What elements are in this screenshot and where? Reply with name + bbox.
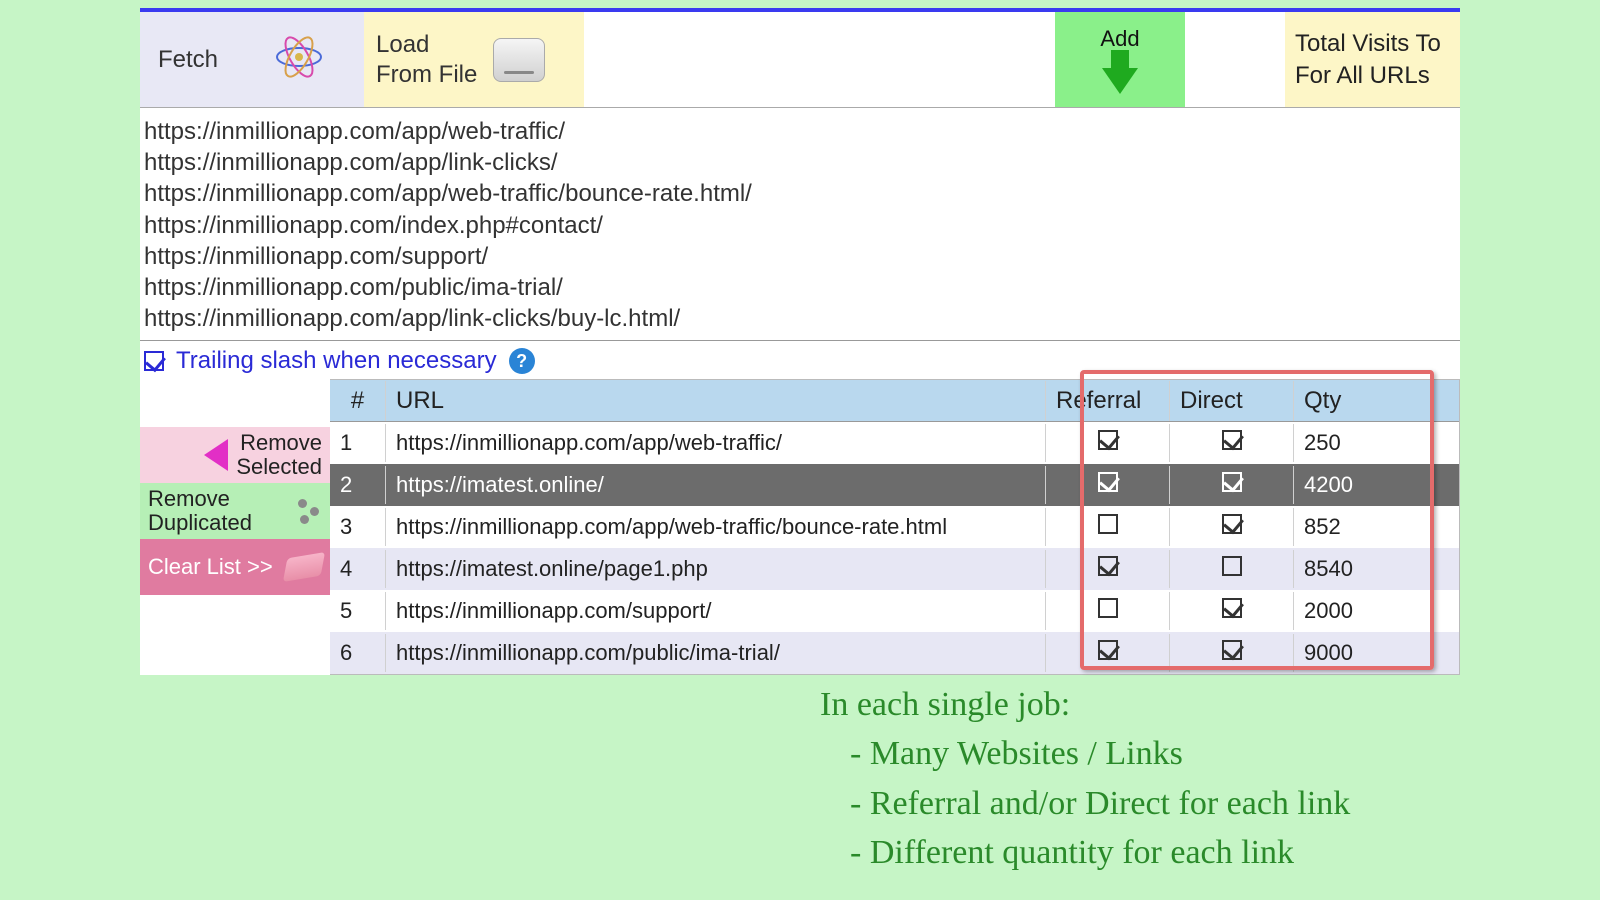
cell-url: https://imatest.online/: [386, 466, 1046, 504]
checkbox-icon[interactable]: [1098, 472, 1118, 492]
checkbox-icon[interactable]: [1098, 598, 1118, 618]
url-input-area[interactable]: https://inmillionapp.com/app/web-traffic…: [140, 108, 1460, 341]
cell-direct[interactable]: [1170, 424, 1294, 462]
trailing-slash-row: Trailing slash when necessary ?: [140, 341, 1460, 379]
checkbox-icon[interactable]: [1222, 598, 1242, 618]
load-label: Load From File: [376, 30, 477, 90]
url-line: https://inmillionapp.com/support/: [144, 241, 1456, 272]
dots-icon: [294, 497, 322, 525]
cell-qty[interactable]: 8540: [1294, 550, 1384, 588]
cell-url: https://inmillionapp.com/support/: [386, 592, 1046, 630]
header-qty: Qty: [1294, 381, 1384, 421]
header-direct: Direct: [1170, 381, 1294, 421]
atom-icon: [274, 32, 324, 88]
url-line: https://inmillionapp.com/app/link-clicks…: [144, 303, 1456, 334]
cell-direct[interactable]: [1170, 508, 1294, 546]
eraser-icon: [283, 552, 325, 582]
trailing-slash-label: Trailing slash when necessary: [176, 347, 497, 375]
cell-referral[interactable]: [1046, 424, 1170, 462]
cell-index: 4: [330, 550, 386, 588]
cell-referral[interactable]: [1046, 466, 1170, 504]
cell-referral[interactable]: [1046, 634, 1170, 672]
cell-direct[interactable]: [1170, 634, 1294, 672]
toolbar-spacer: [584, 12, 1055, 107]
table-header: # URL Referral Direct Qty: [330, 380, 1459, 422]
url-line: https://inmillionapp.com/app/web-traffic…: [144, 116, 1456, 147]
cell-qty[interactable]: 852: [1294, 508, 1384, 546]
add-button[interactable]: Add: [1055, 12, 1185, 107]
clear-list-label: Clear List >>: [148, 554, 273, 580]
cell-index: 5: [330, 592, 386, 630]
table-row[interactable]: 1https://inmillionapp.com/app/web-traffi…: [330, 422, 1459, 464]
annotation-bullet: - Many Websites / Links: [850, 729, 1350, 778]
url-line: https://inmillionapp.com/public/ima-tria…: [144, 272, 1456, 303]
cell-referral[interactable]: [1046, 550, 1170, 588]
table-row[interactable]: 6https://inmillionapp.com/public/ima-tri…: [330, 632, 1459, 674]
app-window: Fetch Load From File Add Total Visit: [140, 8, 1460, 675]
fetch-label: Fetch: [158, 46, 218, 74]
table-row[interactable]: 3https://inmillionapp.com/app/web-traffi…: [330, 506, 1459, 548]
cell-url: https://inmillionapp.com/public/ima-tria…: [386, 634, 1046, 672]
table-row[interactable]: 2https://imatest.online/4200: [330, 464, 1459, 506]
load-from-file-button[interactable]: Load From File: [364, 12, 584, 107]
header-url: URL: [386, 381, 1046, 421]
header-index: #: [330, 381, 386, 421]
checkbox-icon[interactable]: [1222, 472, 1242, 492]
annotation-text: In each single job: - Many Websites / Li…: [820, 680, 1350, 877]
checkbox-icon[interactable]: [1098, 514, 1118, 534]
header-referral: Referral: [1046, 381, 1170, 421]
checkbox-icon[interactable]: [1222, 556, 1242, 576]
remove-duplicated-button[interactable]: Remove Duplicated: [140, 483, 330, 539]
toolbar-gap: [1185, 12, 1285, 107]
annotation-bullet: - Referral and/or Direct for each link: [850, 779, 1350, 828]
total-label: Total Visits To For All URLs: [1295, 28, 1441, 90]
url-line: https://inmillionapp.com/app/web-traffic…: [144, 178, 1456, 209]
side-buttons: Remove Selected Remove Duplicated Clear …: [140, 379, 330, 675]
cell-index: 2: [330, 466, 386, 504]
cell-url: https://imatest.online/page1.php: [386, 550, 1046, 588]
cell-index: 6: [330, 634, 386, 672]
table-row[interactable]: 5https://inmillionapp.com/support/2000: [330, 590, 1459, 632]
url-line: https://inmillionapp.com/index.php#conta…: [144, 210, 1456, 241]
checkbox-icon[interactable]: [1098, 640, 1118, 660]
cell-referral[interactable]: [1046, 592, 1170, 630]
cell-url: https://inmillionapp.com/app/web-traffic…: [386, 424, 1046, 462]
cell-index: 1: [330, 424, 386, 462]
main-grid: Remove Selected Remove Duplicated Clear …: [140, 379, 1460, 675]
annotation-title: In each single job:: [820, 680, 1350, 729]
url-line: https://inmillionapp.com/app/link-clicks…: [144, 147, 1456, 178]
remove-selected-label: Remove Selected: [236, 431, 322, 479]
toolbar: Fetch Load From File Add Total Visit: [140, 12, 1460, 108]
help-icon[interactable]: ?: [509, 348, 535, 374]
remove-selected-button[interactable]: Remove Selected: [140, 427, 330, 483]
checkbox-icon[interactable]: [1222, 640, 1242, 660]
remove-duplicated-label: Remove Duplicated: [148, 487, 252, 535]
url-table: # URL Referral Direct Qty 1https://inmil…: [330, 379, 1460, 675]
trailing-slash-checkbox[interactable]: [144, 351, 164, 371]
checkbox-icon[interactable]: [1222, 430, 1242, 450]
cell-qty[interactable]: 4200: [1294, 466, 1384, 504]
cell-qty[interactable]: 250: [1294, 424, 1384, 462]
arrow-left-icon: [204, 439, 228, 471]
checkbox-icon[interactable]: [1222, 514, 1242, 534]
cell-url: https://inmillionapp.com/app/web-traffic…: [386, 508, 1046, 546]
cell-referral[interactable]: [1046, 508, 1170, 546]
arrow-down-icon: [1102, 54, 1138, 94]
drive-icon: [493, 38, 545, 82]
cell-direct[interactable]: [1170, 550, 1294, 588]
checkbox-icon[interactable]: [1098, 430, 1118, 450]
clear-list-button[interactable]: Clear List >>: [140, 539, 330, 595]
add-label: Add: [1100, 26, 1139, 52]
cell-direct[interactable]: [1170, 466, 1294, 504]
cell-index: 3: [330, 508, 386, 546]
total-visits-panel: Total Visits To For All URLs: [1285, 12, 1460, 107]
cell-qty[interactable]: 2000: [1294, 592, 1384, 630]
table-row[interactable]: 4https://imatest.online/page1.php 8540: [330, 548, 1459, 590]
fetch-button[interactable]: Fetch: [140, 12, 364, 107]
annotation-bullet: - Different quantity for each link: [850, 828, 1350, 877]
checkbox-icon[interactable]: [1098, 556, 1118, 576]
cell-direct[interactable]: [1170, 592, 1294, 630]
cell-qty[interactable]: 9000: [1294, 634, 1384, 672]
